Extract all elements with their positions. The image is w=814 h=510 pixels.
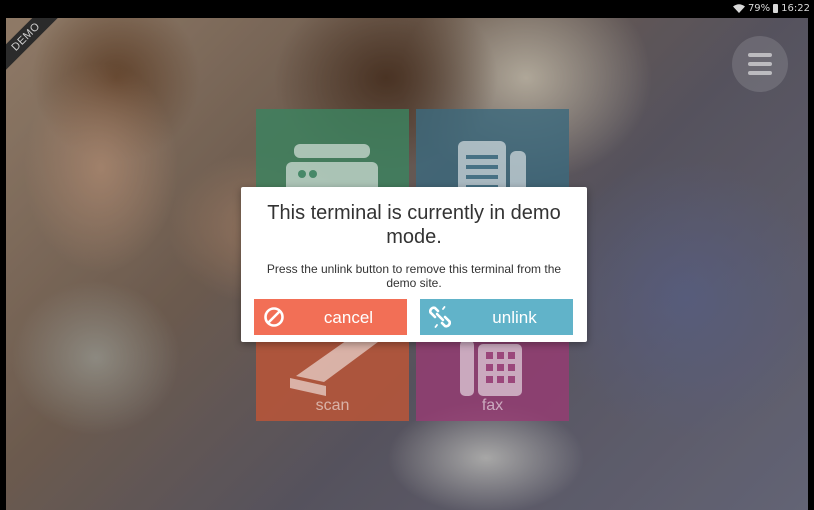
clock: 16:22 [781,3,810,14]
cancel-label: cancel [323,308,374,327]
demo-mode-dialog: This terminal is currently in demo mode.… [241,187,587,342]
wifi-icon [732,4,745,13]
device-screen: 79% 16:22 DEMO scan fax This terminal is… [0,0,814,510]
cancel-button[interactable]: cancel [254,299,407,335]
dialog-message: Press the unlink button to remove this t… [266,262,562,290]
tile-scan-label: scan [315,397,350,414]
dialog-title: This terminal is currently in demo mode. [267,202,561,248]
battery-percent: 79% [747,3,771,14]
fax-keypad-icon [460,340,522,396]
tile-fax-label: fax [481,397,504,414]
hamburger-icon [748,53,772,57]
menu-button[interactable] [732,36,788,92]
battery-icon [773,4,779,13]
app-area: DEMO scan fax This terminal is currently… [6,18,808,510]
scanner-icon [290,338,378,396]
status-bar: 79% 16:22 [0,0,814,18]
unlink-button[interactable]: unlink [420,299,573,335]
prohibited-icon [264,307,284,327]
unlink-label: unlink [492,308,537,327]
broken-link-icon [429,306,451,328]
